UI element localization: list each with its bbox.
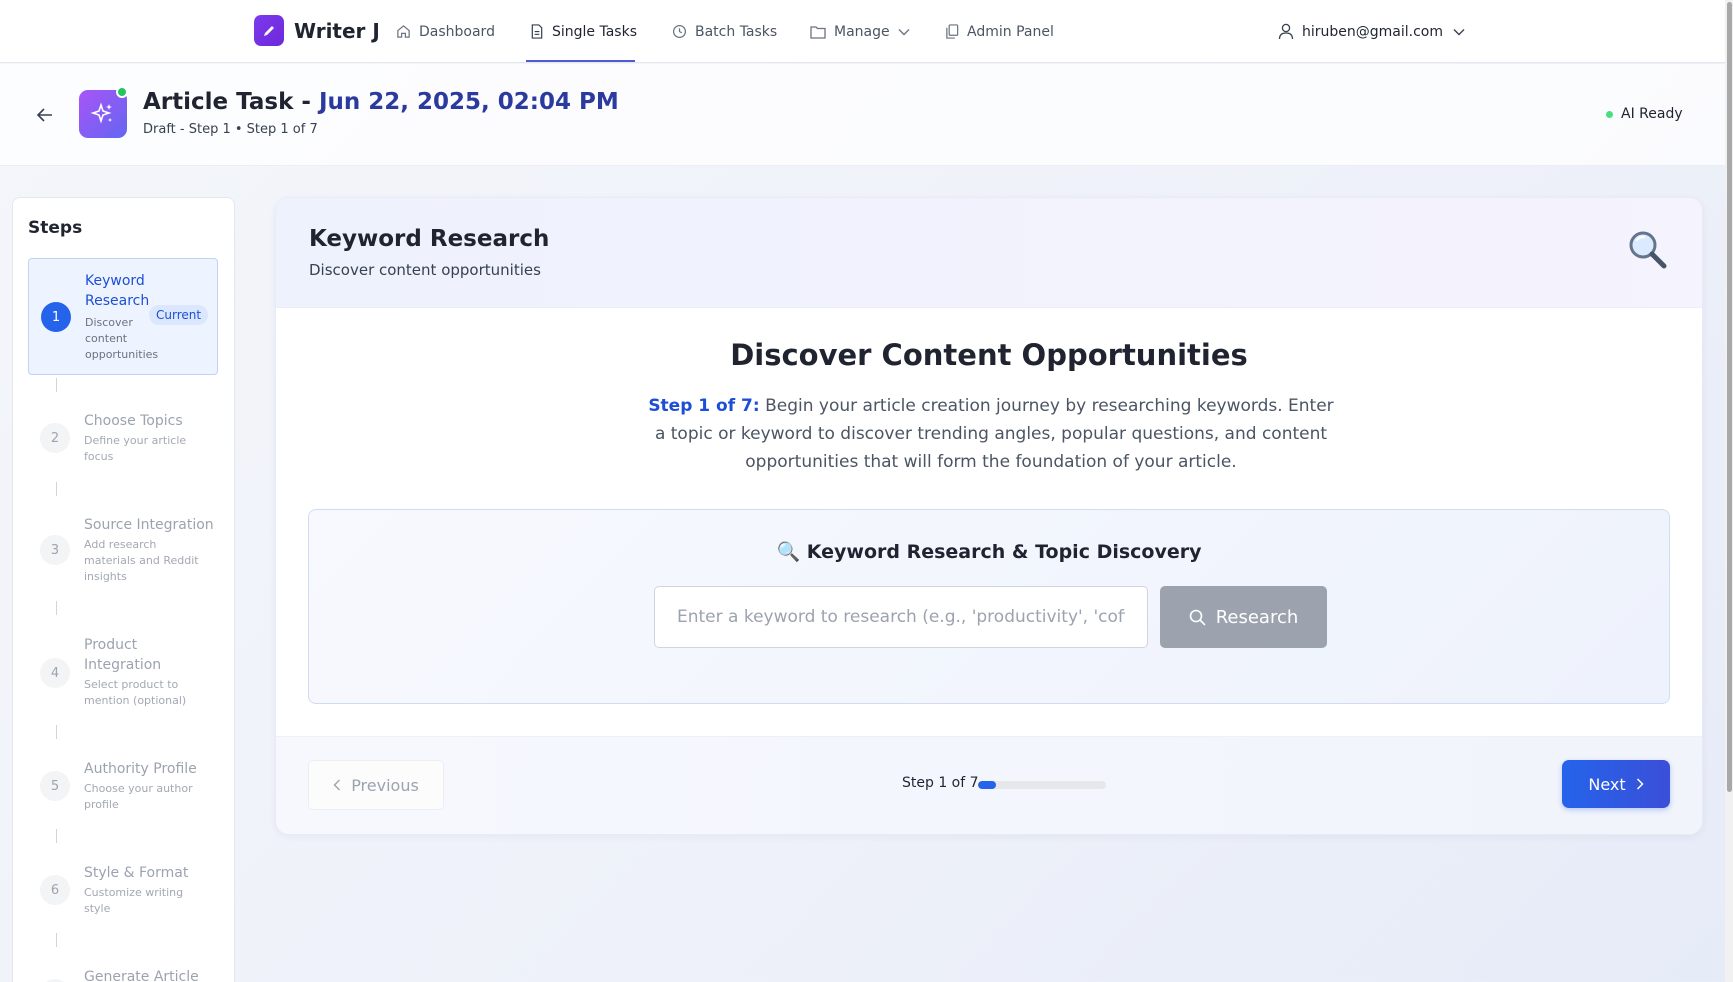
step-connector bbox=[56, 482, 57, 496]
user-menu[interactable]: hiruben@gmail.com bbox=[1278, 0, 1465, 63]
sidebar-step-authority-profile[interactable]: 5 Authority Profile Choose your author p… bbox=[28, 759, 218, 819]
step-label: Product Integration bbox=[84, 637, 162, 673]
section-description: Step 1 of 7: Begin your article creation… bbox=[641, 392, 1341, 476]
chevron-right-icon bbox=[1636, 778, 1644, 790]
step-progress-bar bbox=[978, 781, 1106, 789]
copy-icon bbox=[946, 24, 959, 39]
next-label: Next bbox=[1588, 774, 1626, 794]
step-connector bbox=[56, 601, 57, 615]
brand[interactable]: Writer J bbox=[254, 15, 380, 46]
step-connector bbox=[56, 933, 57, 947]
nav-batch-tasks[interactable]: Batch Tasks bbox=[672, 0, 777, 63]
previous-label: Previous bbox=[351, 775, 419, 795]
progress-fill bbox=[978, 781, 997, 789]
nav-admin-panel-label: Admin Panel bbox=[967, 23, 1054, 40]
footer-step-text: Step 1 of 7 bbox=[902, 775, 979, 791]
magnifier-icon bbox=[1629, 231, 1667, 269]
nav-batch-tasks-label: Batch Tasks bbox=[695, 23, 778, 40]
nav-single-tasks[interactable]: Single Tasks bbox=[530, 0, 637, 63]
nav-manage-dropdown[interactable]: Manage bbox=[810, 0, 910, 63]
card-title: Keyword Research bbox=[309, 226, 550, 252]
keyword-search-input[interactable] bbox=[654, 586, 1148, 648]
step-connector bbox=[56, 829, 57, 843]
card-footer: Previous Step 1 of 7 Next bbox=[276, 736, 1702, 834]
sidebar-step-source-integration[interactable]: 3 Source Integration Add research materi… bbox=[28, 515, 218, 587]
step-label: Style & Format bbox=[84, 865, 189, 881]
sidebar-step-choose-topics[interactable]: 2 Choose Topics Define your article focu… bbox=[28, 411, 218, 471]
step-number: 2 bbox=[40, 423, 70, 453]
step-connector bbox=[56, 378, 57, 392]
card-subtitle: Discover content opportunities bbox=[309, 261, 541, 279]
task-subtitle: Draft - Step 1 • Step 1 of 7 bbox=[143, 122, 318, 137]
user-email: hiruben@gmail.com bbox=[1302, 23, 1443, 40]
step-highlight: Step 1 of 7: bbox=[648, 396, 760, 416]
sidebar-step-generate-article[interactable]: 7 Generate Article bbox=[28, 967, 218, 982]
clock-icon bbox=[672, 24, 687, 39]
step-desc: Discover content opportunities bbox=[85, 316, 159, 361]
step-number: 6 bbox=[40, 875, 70, 905]
nav-manage-label: Manage bbox=[834, 23, 890, 40]
back-arrow-icon[interactable] bbox=[33, 103, 57, 127]
previous-button[interactable]: Previous bbox=[308, 760, 444, 810]
step-desc: Select product to mention (optional) bbox=[84, 678, 187, 707]
task-title-date: Jun 22, 2025, 02:04 PM bbox=[318, 89, 619, 115]
folder-icon bbox=[810, 25, 826, 39]
step-number: 3 bbox=[40, 535, 70, 565]
step-label: Generate Article bbox=[84, 969, 199, 982]
home-icon bbox=[397, 25, 410, 38]
chevron-left-icon bbox=[333, 779, 341, 791]
keyword-research-card: Keyword Research Discover content opport… bbox=[275, 197, 1703, 835]
task-header: Article Task - Jun 22, 2025, 02:04 PM Dr… bbox=[0, 64, 1733, 166]
step-number: 1 bbox=[41, 302, 71, 332]
step-number: 5 bbox=[40, 771, 70, 801]
ai-status-label: AI Ready bbox=[1621, 106, 1683, 122]
nav-admin-panel[interactable]: Admin Panel bbox=[945, 0, 1054, 63]
sidebar-step-keyword-research[interactable]: 1 Keyword Research Discover content oppo… bbox=[28, 258, 218, 375]
top-navbar: Writer J Dashboard Single Tasks Batch Ta… bbox=[0, 0, 1733, 63]
step-desc: Choose your author profile bbox=[84, 782, 193, 811]
ai-status-badge: AI Ready bbox=[1606, 106, 1683, 122]
search-icon bbox=[1189, 609, 1206, 625]
card-header: Keyword Research Discover content opport… bbox=[276, 198, 1702, 308]
step-number: 4 bbox=[40, 658, 70, 688]
panel-title: 🔍 Keyword Research & Topic Discovery bbox=[776, 541, 1202, 563]
sidebar-step-style-format[interactable]: 6 Style & Format Customize writing style bbox=[28, 863, 218, 923]
nav-dashboard[interactable]: Dashboard bbox=[396, 0, 495, 63]
document-icon bbox=[531, 24, 543, 39]
step-label: Keyword Research bbox=[85, 273, 150, 309]
section-heading: Discover Content Opportunities bbox=[730, 338, 1248, 372]
online-indicator bbox=[116, 86, 128, 98]
research-button[interactable]: Research bbox=[1160, 586, 1327, 648]
current-badge: Current bbox=[149, 305, 209, 325]
research-button-label: Research bbox=[1215, 606, 1299, 628]
steps-title: Steps bbox=[28, 218, 83, 238]
brand-name: Writer J bbox=[294, 18, 380, 43]
nav-dashboard-label: Dashboard bbox=[419, 23, 495, 40]
next-button[interactable]: Next bbox=[1562, 760, 1670, 808]
step-label: Authority Profile bbox=[84, 761, 197, 777]
chevron-down-icon bbox=[1453, 28, 1465, 35]
chevron-down-icon bbox=[898, 28, 910, 35]
active-tab-underline bbox=[526, 60, 635, 62]
status-dot-icon bbox=[1606, 110, 1613, 118]
step-label: Choose Topics bbox=[84, 413, 183, 429]
step-desc: Define your article focus bbox=[84, 434, 187, 463]
pen-logo-icon bbox=[254, 15, 284, 46]
steps-sidebar: Steps 1 Keyword Research Discover conten… bbox=[12, 197, 235, 982]
nav-single-tasks-label: Single Tasks bbox=[552, 23, 637, 40]
page-title: Article Task - Jun 22, 2025, 02:04 PM bbox=[143, 89, 619, 115]
step-label: Source Integration bbox=[84, 517, 214, 533]
step-connector bbox=[56, 725, 57, 739]
step-desc: Add research materials and Reddit insigh… bbox=[84, 538, 199, 583]
user-icon bbox=[1278, 23, 1294, 40]
step-desc: Customize writing style bbox=[84, 886, 184, 915]
keyword-research-panel: 🔍 Keyword Research & Topic Discovery Res… bbox=[308, 509, 1670, 704]
task-title-prefix: Article Task - bbox=[143, 89, 319, 115]
scrollbar-thumb[interactable] bbox=[1727, 2, 1732, 792]
sidebar-step-product-integration[interactable]: 4 Product Integration Select product to … bbox=[28, 635, 218, 707]
